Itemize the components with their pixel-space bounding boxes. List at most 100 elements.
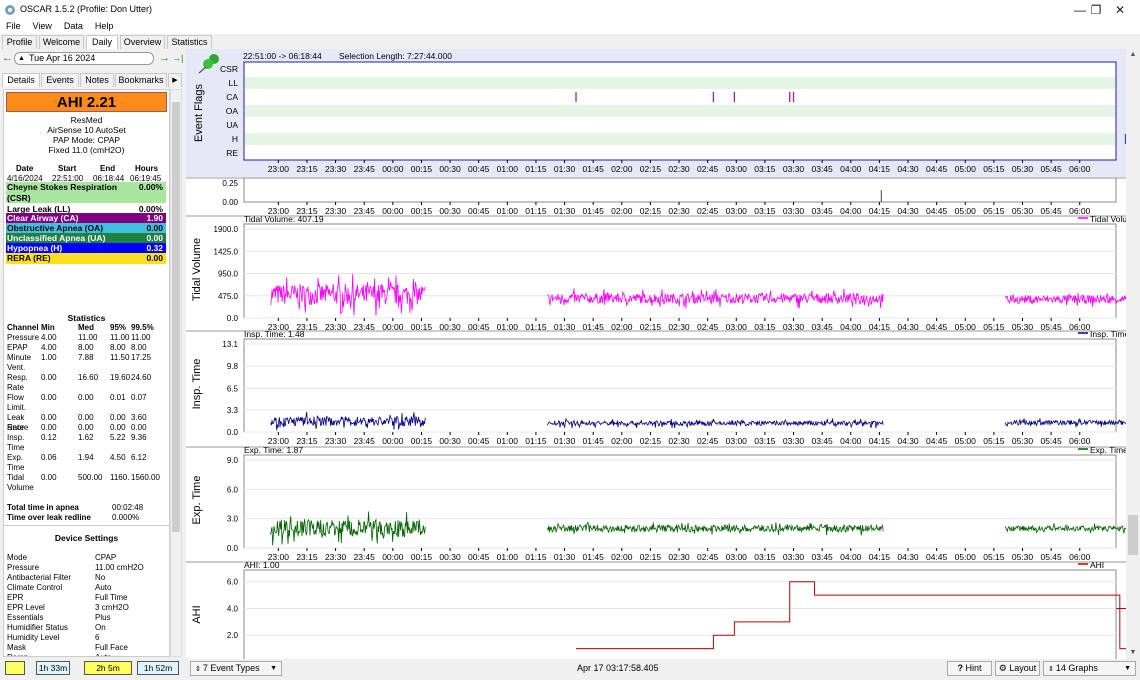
graph-legend: AHI — [1090, 560, 1104, 570]
scroll-down-arrow-icon[interactable]: ▼ — [1127, 647, 1139, 659]
time-tick-label: 02:00 — [611, 552, 633, 562]
time-tick-label: 02:15 — [640, 552, 662, 562]
event-flags-title: Event Flags — [193, 83, 205, 142]
time-tick-label: 02:00 — [611, 206, 633, 216]
subtab-details[interactable]: Details — [2, 73, 40, 87]
statistics-cell: 11.00 — [110, 333, 130, 342]
graphs-dropdown[interactable]: ⇕ 14 Graphs ▼ — [1043, 661, 1136, 676]
graph-area[interactable]: 22:51:00 -> 06:18:44 Selection Length: 7:… — [186, 49, 1126, 659]
time-tick-label: 03:45 — [812, 436, 834, 446]
time-tick-label: 00:15 — [411, 552, 433, 562]
session-duration-2[interactable]: 2h 5m — [84, 661, 132, 675]
tab-statistics[interactable]: Statistics — [167, 35, 212, 49]
subtab-scroll-arrow-icon[interactable]: ▶ — [168, 73, 182, 87]
y-tick-label: 6.0 — [227, 485, 239, 494]
graph-ylabel: AHI — [191, 605, 203, 623]
subtab-notes[interactable]: Notes — [80, 73, 114, 87]
graph-title: Tidal Volume: 407.19 — [244, 214, 324, 224]
last-day-arrow-icon[interactable]: →| — [172, 52, 183, 64]
menu-view[interactable]: View — [27, 20, 58, 33]
time-tick-label: 04:30 — [897, 164, 919, 174]
event-label: Hypopnea (H) — [7, 243, 63, 253]
time-tick-label: 05:15 — [983, 164, 1005, 174]
session-duration-3[interactable]: 1h 52m — [137, 661, 179, 675]
subtab-bookmarks[interactable]: Bookmarks — [115, 73, 167, 87]
subtab-events[interactable]: Events — [41, 73, 79, 87]
device-setting-value: 11.00 cmH2O — [95, 563, 144, 572]
y-tick-label: 2.0 — [227, 631, 239, 640]
event-row-label: CA — [226, 92, 238, 102]
time-tick-label: 05:00 — [955, 206, 977, 216]
event-types-dropdown[interactable]: ⇕ 7 Event Types ▼ — [190, 661, 282, 676]
statistics-cell: 0.00 — [110, 423, 126, 432]
graph-legend: Insp. Time — [1090, 329, 1126, 339]
device-setting-key: Humidifier Status — [7, 623, 68, 632]
time-tick-label: 00:30 — [439, 552, 461, 562]
time-tick-label: 02:15 — [640, 436, 662, 446]
scroll-up-arrow-icon[interactable]: ▲ — [1127, 49, 1139, 61]
device-setting-key: Pressure — [7, 563, 40, 572]
time-tick-label: 04:45 — [926, 552, 948, 562]
pushpin-icon — [203, 59, 213, 69]
next-day-arrow-icon[interactable]: → — [159, 52, 170, 64]
time-tick-label: 03:00 — [726, 206, 748, 216]
event-value: 0.00 — [146, 253, 163, 263]
graphs-scroll-thumb[interactable] — [1128, 515, 1138, 555]
tab-profile[interactable]: Profile — [2, 35, 37, 49]
chevron-down-icon: ▼ — [270, 665, 277, 672]
statistics-cell: Pressure — [7, 333, 40, 342]
time-tick-label: 02:45 — [697, 164, 719, 174]
time-tick-label: 01:00 — [497, 552, 519, 562]
menu-help[interactable]: Help — [89, 20, 120, 33]
time-tick-label: 00:00 — [382, 206, 404, 216]
tab-welcome[interactable]: Welcome — [39, 35, 84, 49]
device-setting-value: Full Face — [95, 643, 128, 652]
event-summary-row[interactable]: Cheyne Stokes Respiration (CSR) 0.00% — [6, 182, 166, 203]
statistics-cell: 11.00 — [78, 333, 98, 342]
tab-overview[interactable]: Overview — [120, 35, 165, 49]
menu-data[interactable]: Data — [58, 20, 89, 33]
graph-plot-frame — [243, 569, 1117, 659]
statistics-cell: 8.00 — [78, 343, 94, 352]
event-row-band — [245, 105, 1115, 117]
event-label: Cheyne Stokes Respiration (CSR) — [7, 182, 118, 203]
time-tick-label: 03:45 — [812, 206, 834, 216]
device-settings-title: Device Settings — [54, 533, 119, 543]
statistics-cell: 0.00 — [78, 413, 94, 422]
time-tick-label: 04:30 — [897, 552, 919, 562]
statistics-cell: Tidal Volume — [7, 473, 34, 492]
close-button[interactable]: ✕ — [1100, 0, 1140, 20]
event-row-band — [245, 133, 1115, 145]
menu-file[interactable]: File — [0, 20, 27, 33]
graph-title: AHI: 1.00 — [244, 560, 280, 570]
layout-button[interactable]: ⚙ Layout — [995, 661, 1040, 676]
device-setting-key: Essentials — [7, 613, 44, 622]
event-summary-row[interactable]: RERA (RE) 0.00 — [6, 253, 166, 264]
date-picker[interactable]: ▲ Tue Apr 16 2024 — [14, 52, 154, 65]
session-duration-1[interactable]: 1h 33m — [36, 661, 70, 675]
window-title: OSCAR 1.5.2 (Profile: Don Utter) — [20, 4, 153, 14]
statistics-cell: Minute Vent. — [7, 353, 32, 372]
time-tick-label: 00:00 — [382, 552, 404, 562]
time-tick-label: 04:45 — [926, 436, 948, 446]
time-tick-label: 04:45 — [926, 206, 948, 216]
section-divider — [4, 525, 169, 526]
graphs-scrollbar[interactable]: ▲ ▼ — [1127, 49, 1139, 659]
prev-day-arrow-icon[interactable]: ← — [2, 52, 13, 64]
time-tick-label: 00:00 — [382, 436, 404, 446]
details-scroll-thumb[interactable] — [172, 102, 180, 532]
pressure-setting: Fixed 11.0 (cmH2O) — [48, 145, 125, 155]
event-row-label: UA — [226, 120, 238, 130]
details-scrollbar[interactable] — [170, 89, 182, 657]
time-tick-label: 03:30 — [783, 206, 805, 216]
graph-plot-frame — [243, 338, 1117, 433]
graphs-canvas[interactable]: 22:51:00 -> 06:18:44 Selection Length: 7:… — [186, 49, 1126, 659]
tab-daily[interactable]: Daily — [86, 35, 118, 50]
hint-button[interactable]: ? Hint — [947, 661, 992, 676]
y-tick-label: 0.0 — [227, 544, 239, 553]
statistics-header-cell: Channel — [7, 323, 39, 332]
event-row-label: H — [232, 134, 238, 144]
time-tick-label: 04:15 — [869, 436, 891, 446]
time-tick-label: 00:15 — [411, 436, 433, 446]
time-tick-label: 05:45 — [1040, 436, 1062, 446]
